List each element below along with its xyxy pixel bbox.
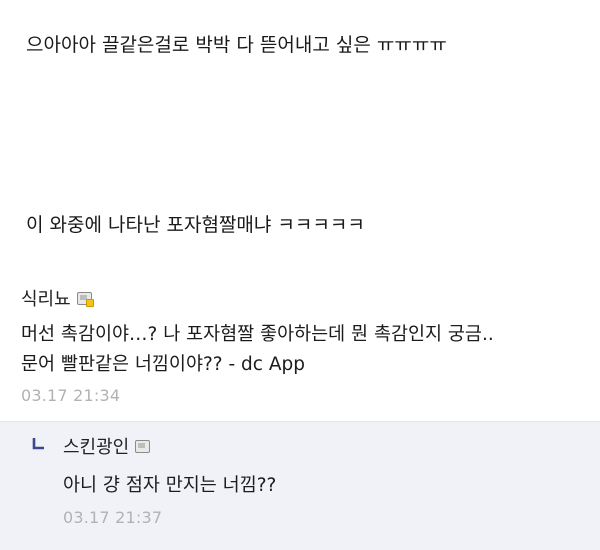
comment-text-line: 머선 촉감이야…? 나 포자혐짤 좋아하는데 뭔 촉감인지 궁금.. <box>21 324 494 345</box>
post-body-line: 으아아아 끌같은걸로 박박 다 뜯어내고 싶은 ㅠㅠㅠㅠ <box>26 34 447 56</box>
comment-nickname[interactable]: 식리뇨 <box>21 285 71 311</box>
reply-item: 스킨광인 아니 걍 점자 만지는 너낌?? 03.17 21:37 <box>0 421 600 550</box>
reply-author[interactable]: 스킨광인 <box>63 433 151 459</box>
member-badge-icon <box>76 291 94 307</box>
comment-timestamp: 03.17 21:34 <box>21 386 121 405</box>
post-body-line: 이 와중에 나타난 포자혐짤매냐 ㅋㅋㅋㅋㅋ <box>26 214 365 236</box>
comment-item: 식리뇨 머선 촉감이야…? 나 포자혐짤 좋아하는데 뭔 촉감인지 궁금.. 문… <box>0 280 600 420</box>
comment-author[interactable]: 식리뇨 <box>21 285 94 311</box>
comment-text-line: 문어 빨판같은 너낌이야?? - dc App <box>21 354 305 375</box>
reply-timestamp: 03.17 21:37 <box>63 508 163 527</box>
post-page: 으아아아 끌같은걸로 박박 다 뜯어내고 싶은 ㅠㅠㅠㅠ 이 와중에 나타난 포… <box>0 0 600 550</box>
comment-text: 머선 촉감이야…? 나 포자혐짤 좋아하는데 뭔 촉감인지 궁금.. 문어 빨판… <box>21 320 494 380</box>
reply-text: 아니 걍 점자 만지는 너낌?? <box>63 475 277 496</box>
reply-nickname[interactable]: 스킨광인 <box>63 433 129 459</box>
reply-arrow-icon <box>32 438 44 450</box>
badge-dot <box>85 298 94 307</box>
member-badge-icon <box>135 439 151 453</box>
